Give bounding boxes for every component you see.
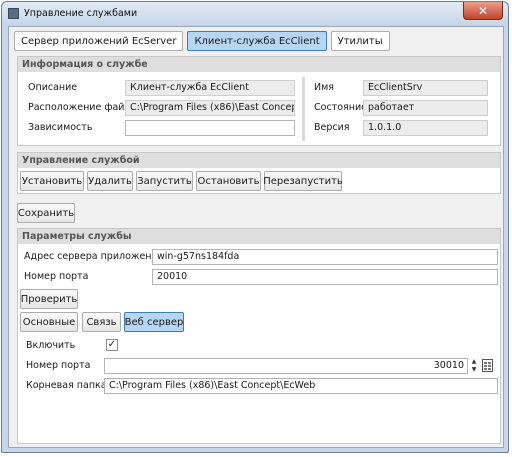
check-button[interactable]: Проверить (20, 289, 78, 309)
server-address-field[interactable]: win-g57ns184fda (152, 249, 498, 265)
spin-up-icon[interactable]: ▲ (470, 358, 478, 366)
app-icon (8, 8, 19, 19)
close-button[interactable]: ✕ (463, 2, 503, 20)
title-bar[interactable]: Управление службами ✕ (2, 2, 508, 26)
state-label: Состояние (314, 102, 367, 113)
main-tabs: Сервер приложений EcServer Клиент-служба… (14, 31, 390, 51)
window-title: Управление службами (24, 8, 138, 19)
service-info-group: Информация о службе Описание Клиент-служ… (17, 56, 501, 146)
service-control-group: Управление службой Установить Удалить За… (17, 152, 501, 194)
subtab-basic[interactable]: Основные (20, 312, 78, 332)
restart-button[interactable]: Перезапустить (263, 171, 343, 191)
file-location-label: Расположение файла (28, 102, 137, 113)
tab-ecclient[interactable]: Клиент-служба EcClient (187, 31, 327, 51)
subtab-connection[interactable]: Связь (82, 312, 121, 332)
root-folder-field[interactable]: C:\Program Files (x86)\East Concept\EcWe… (104, 378, 498, 394)
main-window: Управление службами ✕ Сервер приложений … (1, 1, 509, 453)
state-field: работает (363, 100, 488, 116)
name-label: Имя (314, 82, 334, 93)
install-button[interactable]: Установить (20, 171, 84, 191)
dependency-field[interactable] (125, 120, 295, 136)
service-control-title: Управление службой (18, 153, 500, 168)
file-location-field: C:\Program Files (x86)\East Concept\Ec (125, 100, 295, 116)
web-port-field[interactable]: 30010 (104, 358, 468, 374)
port-label: Номер порта (24, 271, 89, 282)
root-folder-label: Корневая папка (26, 380, 107, 391)
tab-utilities[interactable]: Утилиты (330, 31, 390, 51)
version-label: Версия (314, 122, 350, 133)
calculator-icon[interactable] (482, 359, 493, 372)
port-field[interactable]: 20010 (152, 269, 498, 285)
name-field: EcClientSrv (363, 80, 488, 96)
info-separator (302, 77, 305, 141)
service-params-title: Параметры службы (18, 229, 500, 244)
version-field: 1.0.1.0 (363, 120, 488, 136)
start-button[interactable]: Запустить (136, 171, 193, 191)
service-info-title: Информация о службе (18, 57, 500, 72)
web-port-label: Номер порта (26, 360, 91, 371)
description-field: Клиент-служба EcClient (125, 80, 295, 96)
subtab-web-server[interactable]: Веб сервер (124, 312, 184, 332)
save-button[interactable]: Сохранить (17, 203, 75, 223)
enable-label: Включить (26, 340, 76, 351)
web-port-spinner[interactable]: ▲ ▼ (470, 358, 478, 374)
remove-button[interactable]: Удалить (87, 171, 133, 191)
tab-ecserver[interactable]: Сервер приложений EcServer (14, 31, 184, 51)
dependency-label: Зависимость (28, 122, 93, 133)
spin-down-icon[interactable]: ▼ (470, 366, 478, 374)
description-label: Описание (28, 82, 78, 93)
service-params-group: Параметры службы Адрес сервера приложени… (17, 228, 501, 444)
stop-button[interactable]: Остановить (196, 171, 261, 191)
client-area: Сервер приложений EcServer Клиент-служба… (8, 26, 504, 448)
server-address-label: Адрес сервера приложений (24, 251, 164, 262)
enable-checkbox[interactable]: ✓ (106, 339, 118, 351)
